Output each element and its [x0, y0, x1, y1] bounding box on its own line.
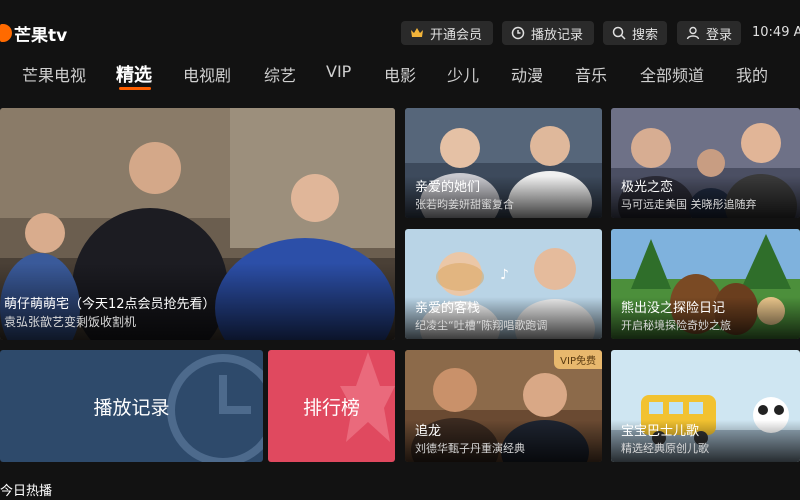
card-zhuilong[interactable]: VIP免费 追龙 刘德华甄子丹重演经典 — [405, 350, 602, 462]
card-subtitle: 开启秘境探险奇妙之旅 — [621, 319, 731, 332]
card-subtitle: 精选经典原创儿歌 — [621, 442, 709, 455]
card-baobao-bashi[interactable]: 宝宝巴士儿歌 精选经典原创儿歌 — [611, 350, 800, 462]
clock-icon — [511, 26, 525, 40]
nav-item-mango-tv[interactable]: 芒果电视 — [22, 62, 86, 86]
card-qinai-de-tamen[interactable]: 亲爱的她们 张若昀姜妍甜蜜复合 — [405, 108, 602, 218]
card-subtitle: 马可远走美国 关晓彤追随弃 — [621, 198, 757, 211]
top-bar: 芒果tv 开通会员 播放记录 搜索 登录 10:49 A — [0, 0, 800, 62]
card-caption: 亲爱的客栈 纪凌尘“吐槽”陈翔唱歌跑调 — [405, 297, 602, 339]
nav-item-all-channels[interactable]: 全部频道 — [640, 62, 704, 86]
logo-text: 芒果tv — [14, 25, 68, 46]
card-caption: 追龙 刘德华甄子丹重演经典 — [405, 420, 602, 462]
card-caption: 熊出没之探险日记 开启秘境探险奇妙之旅 — [611, 297, 800, 339]
nav-item-music[interactable]: 音乐 — [575, 62, 607, 86]
vip-free-badge: VIP免费 — [554, 350, 602, 369]
card-title: 熊出没之探险日记 — [621, 301, 726, 316]
history-button-label: 播放记录 — [531, 27, 584, 43]
card-jiguang-zhi-lian[interactable]: 极光之恋 马可远走美国 关晓彤追随弃 — [611, 108, 800, 218]
mango-tv-logo[interactable]: 芒果tv — [0, 20, 67, 46]
vip-button-label: 开通会员 — [430, 27, 483, 43]
history-tile-label: 播放记录 — [93, 396, 170, 419]
nav-item-featured[interactable]: 精选 — [116, 61, 152, 87]
search-icon — [612, 26, 626, 40]
vip-button[interactable]: 开通会员 — [401, 21, 493, 45]
card-title: 宝宝巴士儿歌 — [621, 424, 700, 439]
card-title: 亲爱的她们 — [415, 180, 481, 195]
featured-title: 萌仔萌萌宅（今天12点会员抢先看） — [4, 297, 216, 312]
card-caption: 宝宝巴士儿歌 精选经典原创儿歌 — [611, 420, 800, 462]
card-qinai-de-kezhan[interactable]: ♪ 亲爱的客栈 纪凌尘“吐槽”陈翔唱歌跑调 — [405, 229, 602, 339]
card-subtitle: 张若昀姜妍甜蜜复合 — [415, 198, 514, 211]
card-subtitle: 纪凌尘“吐槽”陈翔唱歌跑调 — [415, 319, 548, 332]
nav-item-mine[interactable]: 我的 — [736, 62, 768, 86]
card-caption: 亲爱的她们 张若昀姜妍甜蜜复合 — [405, 176, 602, 218]
login-button[interactable]: 登录 — [677, 21, 741, 45]
section-title: 今日热播 — [0, 484, 53, 499]
category-nav: 芒果电视 精选 电视剧 综艺 VIP 电影 少儿 动漫 音乐 全部频道 我的 — [0, 62, 800, 92]
card-subtitle: 刘德华甄子丹重演经典 — [415, 442, 525, 455]
featured-banner[interactable]: 萌仔萌萌宅（今天12点会员抢先看） 袁弘张歆艺变剩饭收割机 — [0, 108, 395, 340]
nav-item-anime[interactable]: 动漫 — [511, 62, 543, 86]
user-icon — [686, 26, 700, 40]
search-button-label: 搜索 — [632, 27, 659, 43]
svg-text:♪: ♪ — [500, 267, 509, 283]
active-tab-indicator — [119, 87, 151, 90]
featured-subtitle: 袁弘张歆艺变剩饭收割机 — [4, 315, 137, 329]
card-xiongchumo[interactable]: 熊出没之探险日记 开启秘境探险奇妙之旅 — [611, 229, 800, 339]
mango-logo-icon — [0, 24, 12, 42]
ranking-tile-label: 排行榜 — [302, 396, 360, 419]
nav-item-vip[interactable]: VIP — [326, 62, 351, 81]
nav-item-variety[interactable]: 综艺 — [264, 62, 296, 86]
featured-caption: 萌仔萌萌宅（今天12点会员抢先看） 袁弘张歆艺变剩饭收割机 — [0, 263, 395, 340]
crown-icon — [410, 27, 424, 39]
login-button-label: 登录 — [706, 27, 733, 43]
ranking-tile[interactable]: 排行榜 — [268, 350, 395, 462]
card-title: 亲爱的客栈 — [415, 301, 481, 316]
nav-item-movies[interactable]: 电影 — [384, 62, 416, 86]
clock-time: 10:49 A — [752, 25, 800, 40]
card-title: 追龙 — [415, 424, 442, 439]
search-button[interactable]: 搜索 — [603, 21, 667, 45]
card-title: 极光之恋 — [621, 180, 674, 195]
card-caption: 极光之恋 马可远走美国 关晓彤追随弃 — [611, 176, 800, 218]
nav-item-tv-series[interactable]: 电视剧 — [183, 62, 231, 86]
history-button[interactable]: 播放记录 — [502, 21, 594, 45]
history-tile[interactable]: 播放记录 — [0, 350, 263, 462]
nav-item-kids[interactable]: 少儿 — [447, 62, 479, 86]
